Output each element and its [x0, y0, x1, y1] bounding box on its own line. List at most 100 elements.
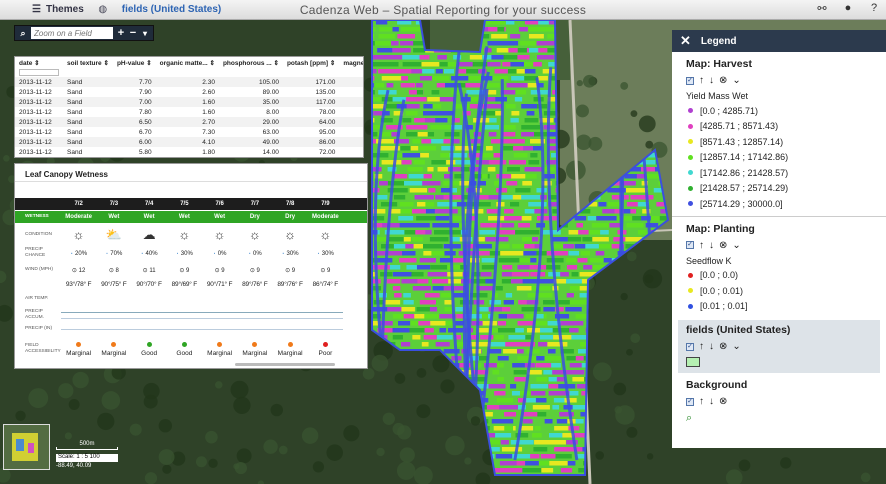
remove-icon[interactable]: ⊗ — [719, 341, 727, 352]
background-controls: ✓ ↑ ↓ ⊗ — [686, 396, 886, 407]
wind-text: 9 — [221, 267, 225, 274]
table-row[interactable]: 2013-11-12 Sand 7.80 1.60 8.00 78.00225.00 — [15, 107, 363, 117]
column-header[interactable]: phosphorous ... ⇕ — [219, 57, 283, 68]
legend-bullet — [688, 185, 693, 191]
legend-class-item: [4285.71 ; 8571.43) — [686, 119, 886, 135]
wind-text: 9 — [327, 267, 331, 274]
access-row: FIELD ACCESSIBILITY Marginal Marginal Good… — [15, 338, 367, 360]
move-down-icon[interactable]: ↓ — [709, 341, 714, 352]
toolbar-icons: ⚯ ● ? — [814, 2, 882, 15]
scale-input[interactable]: Scale: 1 : 5 100 — [56, 454, 118, 462]
access-value: Good — [167, 341, 202, 357]
table-cell: 86.00 — [282, 137, 340, 147]
planting-classes: [0.0 ; 0.0) [0.0 ; 0.01) [0.01 ; 0.01] — [686, 268, 886, 315]
chevron-down-icon[interactable]: ⌄ — [732, 75, 740, 86]
wind-dial-icon: ⊙ — [320, 267, 326, 274]
table-row[interactable]: 2013-11-12Sand7.702.30105.00171.00210.00 — [15, 77, 363, 87]
chevron-down-icon[interactable]: ▾ — [141, 29, 149, 38]
table-row[interactable]: 2013-11-12 Sand 6.70 7.30 63.00 95.00300.00 — [15, 127, 363, 137]
table-row[interactable]: 2013-11-12 Sand 7.90 2.60 89.00 135.00220.00 — [15, 87, 363, 97]
remove-icon[interactable]: ⊗ — [719, 75, 727, 86]
wind-text: 11 — [149, 267, 156, 274]
sun-cloud-icon: ☼ — [178, 227, 191, 242]
wind-label: WIND (MPH) — [25, 267, 53, 272]
legend-class-label: [0.01 ; 0.01] — [700, 301, 748, 312]
access-text: Marginal — [242, 349, 268, 357]
column-header[interactable]: soil texture ⇕ — [63, 57, 113, 68]
legend-class-label: [0.0 ; 4285.71) — [700, 105, 759, 116]
wind-dial-icon: ⊙ — [142, 267, 148, 274]
column-header[interactable]: potash [ppm] ⇕ — [283, 57, 339, 68]
table-row[interactable]: 2013-11-12Sand7.001.6035.00117.00155.00 — [15, 97, 363, 107]
move-down-icon[interactable]: ↓ — [709, 396, 714, 407]
wind-value: ⊙ 9 — [273, 267, 308, 274]
wetness-row: WETNESS Moderate Wet Wet Wet Wet Dry Dry Modera… — [15, 211, 367, 223]
status-dot — [287, 341, 293, 347]
link-icon[interactable]: ⚯ — [814, 2, 830, 15]
remove-icon[interactable]: ⊗ — [719, 396, 727, 407]
canopy-scrollbar[interactable] — [235, 363, 335, 366]
harvest-visibility-checkbox[interactable]: ✓ — [686, 76, 694, 85]
day-label: 7/3 — [109, 201, 119, 207]
column-header[interactable]: magnesia [ppm] ⇕ — [339, 57, 363, 68]
table-row[interactable]: 2013-11-12 Sand 5.80 1.80 14.00 72.00180.00 — [15, 147, 363, 157]
table-cell: 35.00 — [218, 97, 283, 107]
wetness-value: Moderate — [65, 214, 92, 220]
legend-title: Legend — [700, 35, 737, 47]
move-up-icon[interactable]: ↑ — [699, 240, 704, 251]
themes-menu-button[interactable]: ☰ Themes — [0, 0, 92, 20]
column-header[interactable]: date ⇕ — [15, 57, 63, 68]
temperature-value: 89°/76° F — [242, 280, 268, 288]
chevron-down-icon[interactable]: ⌄ — [732, 240, 740, 251]
planting-visibility-checkbox[interactable]: ✓ — [686, 241, 694, 249]
zoom-field-input[interactable] — [31, 27, 113, 39]
chevron-down-icon[interactable]: ⌄ — [732, 341, 740, 352]
legend-class-item: [8571.43 ; 12857.14) — [686, 134, 886, 150]
background-legend-section: Background ✓ ↑ ↓ ⊗ ⌕ — [672, 379, 886, 425]
table-cell: Sand — [63, 137, 113, 147]
access-text: Marginal — [277, 349, 303, 357]
zoom-out-button[interactable]: − — [129, 27, 137, 39]
access-text: Marginal — [207, 349, 233, 357]
table-cell: 6.70 — [138, 128, 152, 136]
table-row[interactable]: 2013-11-12Sand6.502.7029.0064.00185.00 — [15, 117, 363, 127]
table-row[interactable]: 2013-11-12Sand6.004.1049.0086.00310.00 — [15, 137, 363, 147]
temperature-value: 89°/69° F — [171, 280, 198, 288]
table-cell: 7.90 — [138, 88, 152, 96]
move-up-icon[interactable]: ↑ — [699, 341, 704, 352]
table-cell: 171.00 — [282, 77, 340, 87]
table-cell: Sand — [67, 148, 83, 156]
table-cell: 72.00 — [319, 148, 336, 156]
remove-icon[interactable]: ⊗ — [719, 240, 727, 251]
sun-cloud-icon: ☼ — [213, 227, 226, 242]
date-filter-input[interactable] — [19, 69, 59, 76]
status-dot — [146, 341, 152, 347]
table-cell: 2013-11-12 — [19, 128, 52, 136]
close-icon[interactable]: ✕ — [680, 33, 691, 49]
active-layer-label[interactable]: fields (United States) — [114, 4, 221, 15]
overview-minimap[interactable] — [3, 424, 50, 470]
column-header[interactable]: pH-value ⇕ — [113, 57, 156, 68]
legend-class-item: [25714.29 ; 30000.0] — [686, 196, 886, 212]
legend-bullet — [688, 201, 693, 207]
table-cell: 2013-11-12 — [15, 137, 63, 147]
help-icon[interactable]: ? — [866, 2, 882, 15]
fields-visibility-checkbox[interactable]: ✓ — [686, 342, 694, 351]
move-down-icon[interactable]: ↓ — [709, 75, 714, 86]
background-visibility-checkbox[interactable]: ✓ — [686, 397, 694, 406]
column-header[interactable]: organic matte... ⇕ — [156, 57, 219, 68]
move-down-icon[interactable]: ↓ — [709, 240, 714, 251]
table-cell: 5.80 — [138, 148, 152, 156]
wind-value: ⊙ 12 — [61, 267, 96, 274]
legend-class-label: [17142.86 ; 21428.57) — [700, 167, 789, 178]
magnify-icon[interactable]: ⌕ — [686, 412, 886, 425]
fields-legend-section[interactable]: fields (United States) ✓ ↑ ↓ ⊗ ⌄ — [678, 320, 880, 373]
precip-value: ٠ 30% — [167, 250, 202, 257]
day-label: 7/4 — [144, 201, 154, 207]
move-up-icon[interactable]: ↑ — [699, 75, 704, 86]
zoom-in-button[interactable]: + — [117, 27, 125, 39]
globe-icon[interactable]: ◍ — [92, 4, 114, 15]
move-up-icon[interactable]: ↑ — [699, 396, 704, 407]
harvest-legend-section: Map: Harvest ✓ ↑ ↓ ⊗ ⌄ Yield Mass Wet [0… — [672, 58, 886, 212]
user-icon[interactable]: ● — [840, 2, 856, 15]
